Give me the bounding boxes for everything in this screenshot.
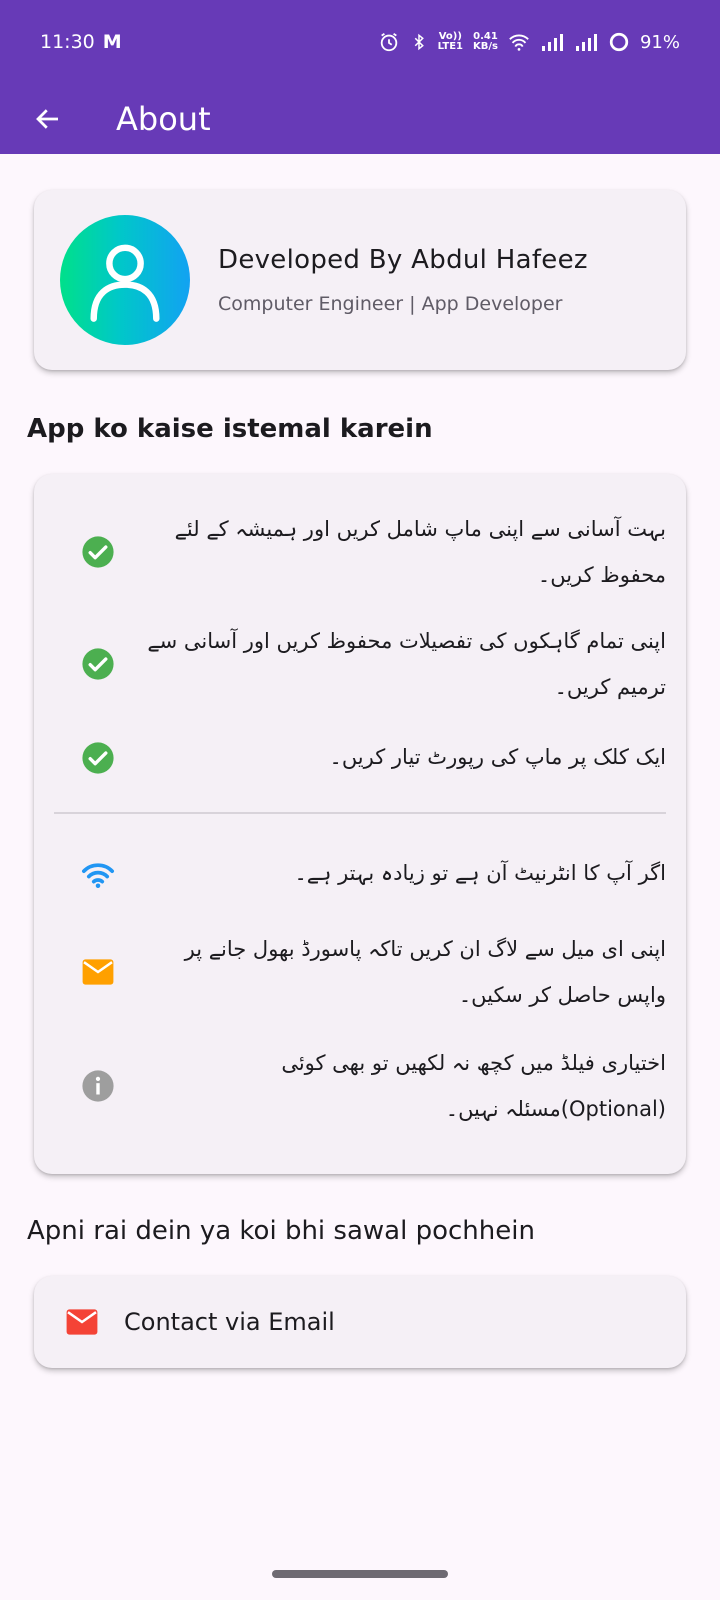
status-right: Vo)) LTE1 0.41 KB/s 91% [378, 31, 680, 53]
battery-ring-icon [609, 32, 629, 52]
back-arrow-icon [36, 109, 58, 129]
feedback-heading: Apni rai dein ya koi bhi sawal pochhein [27, 1216, 535, 1246]
check-circle-icon [78, 644, 118, 684]
status-time: 11:30 [40, 31, 95, 53]
developer-role: Computer Engineer | App Developer [218, 293, 563, 315]
email-icon [78, 952, 118, 992]
feature-text: بہت آسانی سے اپنی ماپ شامل کریں اور ہمیش… [174, 517, 666, 587]
app-bar: About [0, 84, 720, 154]
wifi-status-icon [509, 34, 529, 51]
signal-sim2-icon [575, 34, 597, 51]
person-icon [90, 244, 160, 322]
feature-text: اپنی تمام گاہکوں کی تفصیلات محفوظ کریں ا… [147, 629, 666, 699]
bluetooth-icon [414, 33, 424, 51]
how-to-use-heading: App ko kaise istemal karein [27, 414, 433, 444]
email-icon [62, 1302, 102, 1342]
home-indicator[interactable] [272, 1570, 448, 1578]
feature-item: بہت آسانی سے اپنی ماپ شامل کریں اور ہمیش… [34, 504, 686, 600]
feature-text: ایک کلک پر ماپ کی رپورٹ تیار کریں۔ [329, 745, 666, 769]
feature-item: ایک کلک پر ماپ کی رپورٹ تیار کریں۔ [34, 728, 686, 788]
tip-item: اختیاری فیلڈ میں کچھ نہ لکھیں تو بھی کوئ… [34, 1038, 686, 1134]
signal-sim1-icon [541, 34, 563, 51]
tip-item: اگر آپ کا انٹرنیٹ آن ہے تو زیادہ بہتر ہے… [34, 844, 686, 904]
battery-percent: 91% [639, 31, 680, 53]
tip-item: اپنی ای میل سے لاگ ان کریں تاکہ پاسورڈ ب… [34, 924, 686, 1020]
check-circle-icon [78, 532, 118, 572]
network-speed: 0.41 KB/s [473, 31, 498, 52]
status-bar: 11:30 M Vo)) LTE1 0.41 KB/s 91% [0, 0, 720, 84]
divider [54, 812, 666, 814]
tip-text: اگر آپ کا انٹرنیٹ آن ہے تو زیادہ بہتر ہے… [294, 861, 667, 885]
info-icon [78, 1066, 118, 1106]
developer-info: Developed By Abdul Hafeez Computer Engin… [218, 245, 588, 315]
avatar [60, 215, 190, 345]
contact-email-button[interactable]: Contact via Email [34, 1276, 686, 1368]
tip-text: اختیاری فیلڈ میں کچھ نہ لکھیں تو بھی کوئ… [281, 1051, 666, 1121]
developer-card: Developed By Abdul Hafeez Computer Engin… [34, 190, 686, 370]
wifi-icon [78, 854, 118, 894]
tip-text: اپنی ای میل سے لاگ ان کریں تاکہ پاسورڈ ب… [184, 937, 666, 1007]
check-circle-icon [78, 738, 118, 778]
how-to-use-card: بہت آسانی سے اپنی ماپ شامل کریں اور ہمیش… [34, 474, 686, 1174]
developer-name: Developed By Abdul Hafeez [218, 245, 588, 275]
lte-indicator: Vo)) LTE1 [437, 31, 463, 52]
feature-item: اپنی تمام گاہکوں کی تفصیلات محفوظ کریں ا… [34, 616, 686, 712]
back-button[interactable] [24, 95, 72, 143]
gmail-notification-icon: M [102, 31, 122, 53]
status-left: 11:30 M [40, 31, 122, 53]
page-title: About [116, 100, 211, 138]
alarm-icon [380, 32, 397, 52]
contact-label: Contact via Email [124, 1308, 335, 1336]
